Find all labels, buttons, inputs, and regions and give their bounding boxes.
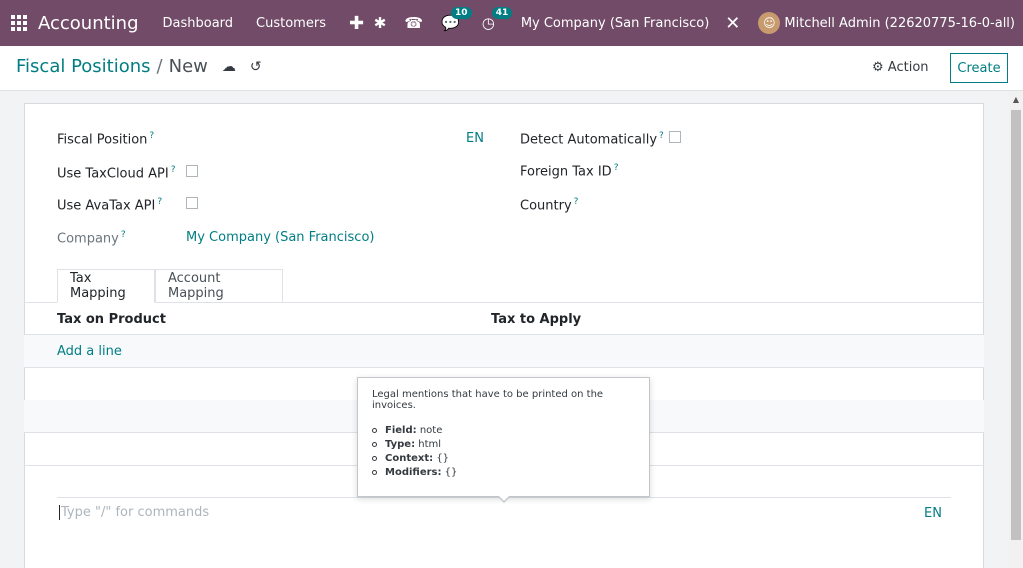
phone-icon[interactable]: ☎	[404, 14, 423, 32]
cloud-save-icon[interactable]: ☁	[222, 59, 236, 75]
create-button[interactable]: Create	[950, 53, 1008, 83]
list-row: Add a line	[24, 335, 984, 368]
help-icon[interactable]: ?	[574, 197, 579, 207]
top-navbar: Accounting Dashboard Customers ✚ ✱ ☎ 💬 1…	[0, 0, 1023, 46]
breadcrumb: Fiscal Positions / New ☁ ↺	[16, 56, 262, 77]
tooltip-arrow-inner	[498, 495, 510, 501]
menu-customers[interactable]: Customers	[256, 16, 326, 31]
notes-editor[interactable]: Type "/" for commands	[61, 505, 209, 520]
detect-automatically-label: Detect Automatically?	[520, 131, 664, 148]
gear-icon: ⚙	[872, 60, 884, 75]
tooltip-item: Modifiers: {}	[372, 467, 635, 478]
breadcrumb-parent[interactable]: Fiscal Positions	[16, 56, 151, 77]
lang-badge[interactable]: EN	[466, 131, 484, 146]
company-switcher[interactable]: My Company (San Francisco)	[521, 16, 709, 31]
tooltip-item: Field: note	[372, 425, 635, 436]
breadcrumb-current: New	[168, 56, 208, 77]
help-icon[interactable]: ?	[149, 131, 154, 141]
text-cursor	[59, 505, 60, 520]
help-tooltip: Legal mentions that have to be printed o…	[357, 377, 650, 497]
tooltip-text: Legal mentions that have to be printed o…	[372, 389, 604, 411]
tooltip-item: Context: {}	[372, 453, 635, 464]
company-value[interactable]: My Company (San Francisco)	[186, 230, 374, 245]
use-taxcloud-checkbox[interactable]	[186, 165, 198, 177]
clock-icon[interactable]: ◷ 41	[482, 7, 513, 32]
control-panel: Fiscal Positions / New ☁ ↺ ⚙ Action Crea…	[0, 46, 1023, 91]
column-tax-to-apply[interactable]: Tax to Apply	[491, 312, 581, 327]
foreign-tax-id-label: Foreign Tax ID?	[520, 163, 619, 180]
scroll-up-icon[interactable]: ▲	[1013, 95, 1019, 104]
help-icon[interactable]: ?	[157, 197, 162, 207]
column-tax-on-product[interactable]: Tax on Product	[57, 312, 166, 327]
tab-account-mapping[interactable]: Account Mapping	[155, 269, 283, 303]
apps-icon[interactable]	[0, 0, 38, 46]
help-icon[interactable]: ?	[614, 163, 619, 173]
bug-icon[interactable]: ✱	[374, 14, 387, 32]
action-button[interactable]: ⚙ Action	[872, 60, 929, 75]
scroll-thumb[interactable]	[1011, 110, 1021, 540]
fiscal-position-label: Fiscal Position?	[57, 131, 155, 148]
help-icon[interactable]: ?	[121, 230, 126, 240]
help-icon[interactable]: ?	[171, 165, 176, 175]
discard-icon[interactable]: ↺	[250, 59, 262, 75]
chat-icon[interactable]: 💬 10	[441, 7, 472, 32]
tools-icon[interactable]: ✕	[725, 13, 740, 34]
detect-automatically-checkbox[interactable]	[669, 131, 681, 143]
country-label: Country?	[520, 197, 579, 214]
plus-icon[interactable]: ✚	[349, 13, 364, 34]
app-name[interactable]: Accounting	[38, 13, 139, 34]
tooltip-item: Type: html	[372, 439, 635, 450]
list-header: Tax on Product Tax to Apply	[24, 303, 984, 335]
add-line-link[interactable]: Add a line	[57, 344, 122, 359]
messages-badge: 10	[451, 7, 472, 19]
menu-dashboard[interactable]: Dashboard	[163, 16, 234, 31]
activities-badge: 41	[491, 7, 513, 19]
action-label: Action	[887, 60, 929, 75]
notes-lang-badge[interactable]: EN	[924, 506, 942, 521]
use-taxcloud-label: Use TaxCloud API?	[57, 165, 176, 182]
use-avatax-label: Use AvaTax API?	[57, 197, 163, 214]
user-menu[interactable]: Mitchell Admin (22620775-16-0-all)	[784, 16, 1015, 31]
tab-tax-mapping[interactable]: Tax Mapping	[57, 269, 155, 303]
use-avatax-checkbox[interactable]	[186, 197, 198, 209]
avatar[interactable]: ☺	[758, 12, 781, 34]
company-label: Company?	[57, 230, 126, 247]
breadcrumb-separator: /	[156, 56, 163, 77]
help-icon[interactable]: ?	[659, 131, 664, 141]
